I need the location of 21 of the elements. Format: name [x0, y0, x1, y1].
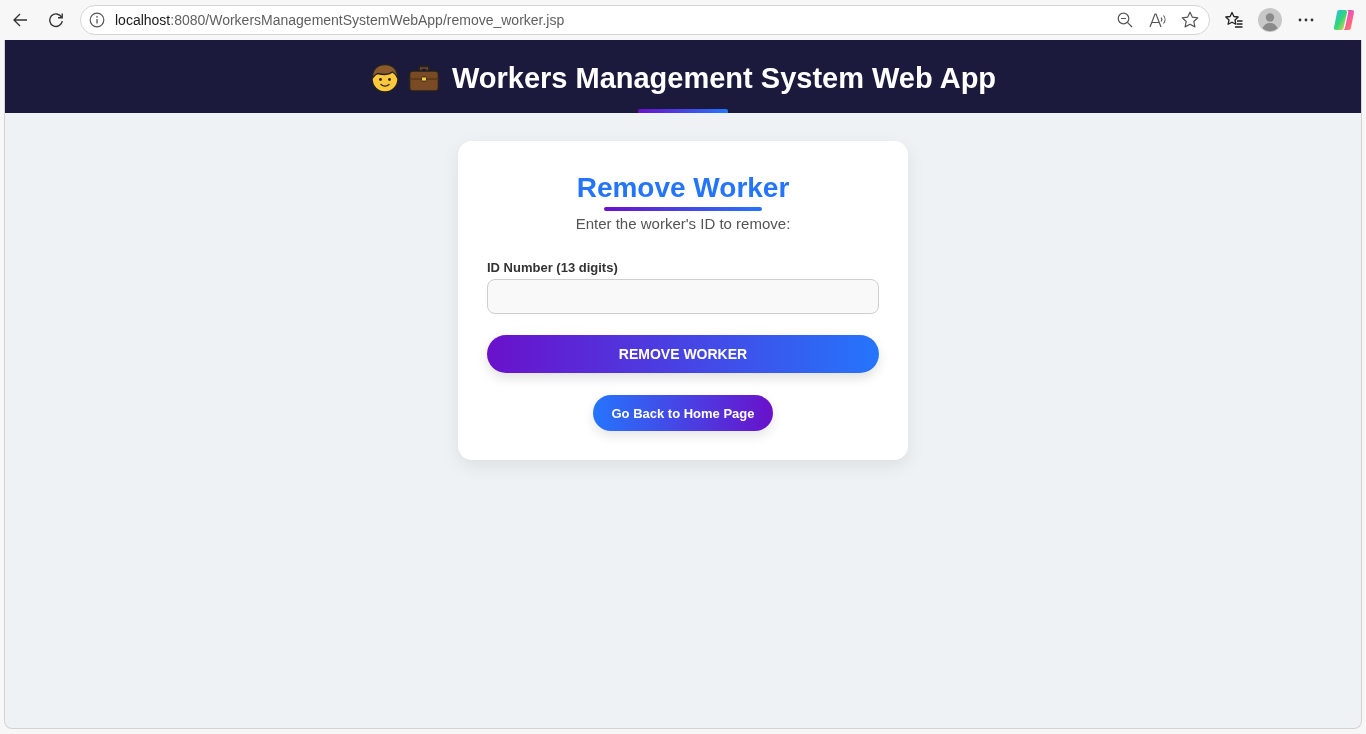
back-arrow-icon[interactable] [12, 12, 28, 28]
app-title: Workers Management System Web App [451, 61, 997, 95]
home-page-link[interactable]: Go Back to Home Page [593, 395, 773, 431]
swirl-logo-icon[interactable] [1333, 9, 1355, 31]
input-field[interactable] [487, 279, 879, 314]
address-bar[interactable]: localhost:8080/WorkersManagementSystemWebApp/remove_worker.jsp [80, 5, 1210, 35]
info-icon[interactable] [89, 12, 105, 28]
form-title: Remove Worker [576, 171, 790, 205]
zoom-out-icon[interactable] [1117, 12, 1133, 28]
briefcase-icon [407, 63, 440, 93]
profile-avatar-icon[interactable] [1258, 8, 1282, 32]
read-aloud-icon[interactable] [1149, 12, 1167, 28]
boy-face-icon [369, 62, 400, 94]
reload-icon[interactable] [48, 12, 64, 28]
field-label: ID Number (13 digits) [487, 259, 618, 277]
form-subtitle: Enter the worker's ID to remove: [575, 214, 791, 234]
more-icon[interactable] [1298, 18, 1314, 22]
favorites-icon[interactable] [1225, 11, 1243, 29]
star-icon[interactable] [1181, 11, 1199, 29]
remove-worker-button[interactable]: REMOVE WORKER [487, 335, 879, 373]
url-text: localhost:8080/WorkersManagementSystemWebApp/remove_worker.jsp [115, 12, 565, 28]
